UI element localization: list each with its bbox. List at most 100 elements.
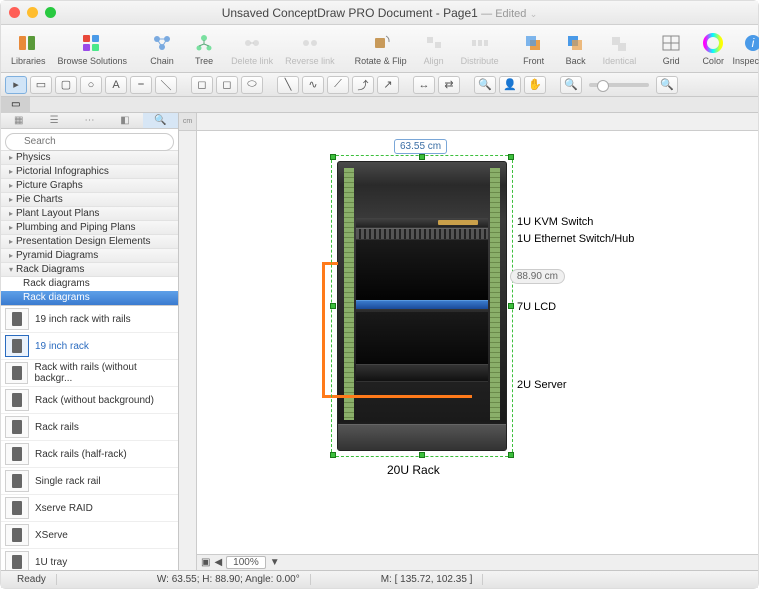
handle-tr[interactable] [508,154,514,160]
arrow-tool-2[interactable]: ⇄ [438,76,460,94]
person-tool[interactable]: 👤 [499,76,521,94]
zoom-value[interactable]: 100% [226,556,266,569]
ellipse-tool[interactable]: ○ [80,76,102,94]
identical-button[interactable]: Identical [599,30,641,68]
category-item[interactable]: Plumbing and Piping Plans [1,221,178,235]
rack-cable[interactable] [322,262,338,398]
color-button[interactable]: Color [694,30,732,68]
shape-item[interactable]: 1U tray [1,549,178,570]
rack-item-label[interactable]: 2U Server [517,379,567,391]
library-categories: PhysicsPictorial InfographicsPicture Gra… [1,151,178,305]
shape-item[interactable]: Xserve RAID [1,495,178,522]
front-button[interactable]: Front [515,30,553,68]
category-item[interactable]: Physics [1,151,178,165]
shape-item[interactable]: 19 inch rack [1,333,178,360]
title-chevron-icon[interactable]: ⌄ [530,9,538,19]
rack-item-label[interactable]: 1U KVM Switch [517,216,593,228]
handle-tl[interactable] [330,154,336,160]
inspectors-button[interactable]: iInspectors [734,30,759,68]
category-item[interactable]: Pie Charts [1,193,178,207]
line-style-1[interactable]: ╲ [277,76,299,94]
page-tab-next[interactable]: ▼ [270,557,280,568]
tree-button[interactable]: Tree [185,30,223,68]
rack-object[interactable]: 63.55 cm 88.90 cm [337,161,507,451]
view-mode-list[interactable]: ☰ [36,113,71,128]
pointer-tool[interactable]: ▸ [5,76,27,94]
line-style-3[interactable]: ⟋ [327,76,349,94]
shape-item[interactable]: Rack rails [1,414,178,441]
chain-button[interactable]: Chain [143,30,181,68]
ruler-horizontal[interactable] [197,113,758,131]
shape-label: 19 inch rack [35,341,89,352]
category-item[interactable]: Presentation Design Elements [1,235,178,249]
distribute-button[interactable]: Distribute [457,30,503,68]
width-dimension[interactable]: 63.55 cm [394,139,447,154]
view-mode-tree[interactable]: ◧ [107,113,142,128]
shape-item[interactable]: Single rack rail [1,468,178,495]
line-style-5[interactable]: ↗ [377,76,399,94]
line-tool[interactable]: ＼ [155,76,177,94]
view-mode-detail[interactable]: ⋯ [72,113,107,128]
category-item[interactable]: Picture Graphs [1,179,178,193]
shape-tool-1[interactable]: ◻ [191,76,213,94]
shape-tool-3[interactable]: ⬭ [241,76,263,94]
height-dimension: 88.90 cm [510,269,565,284]
rounded-rect-tool[interactable]: ▢ [55,76,77,94]
text-tool[interactable]: A [105,76,127,94]
shape-item[interactable]: 19 inch rack with rails [1,306,178,333]
search-input[interactable] [5,133,174,151]
page-tab-icon[interactable]: ▣ [201,557,210,568]
page-tab-prev[interactable]: ◀ [214,557,222,568]
handle-mr[interactable] [508,303,514,309]
align-button[interactable]: Align [415,30,453,68]
handle-tm[interactable] [419,154,425,160]
zoom-in-btn[interactable]: 🔍 [656,76,678,94]
shape-item[interactable]: Rack rails (half-rack) [1,441,178,468]
rack-item-label[interactable]: 7U LCD [517,301,556,313]
delete-link-button[interactable]: Delete link [227,30,277,68]
line-style-2[interactable]: ∿ [302,76,324,94]
shape-item[interactable]: Rack with rails (without backgr... [1,360,178,387]
browse-solutions-button[interactable]: Browse Solutions [54,30,132,68]
rotate-flip-button[interactable]: Rotate & Flip [351,30,411,68]
rect-tool[interactable]: ▭ [30,76,52,94]
rack-unit-kvm[interactable] [356,218,488,228]
open-file-tab[interactable]: ▭ [1,97,30,113]
libraries-button[interactable]: Libraries [7,30,50,68]
handle-br[interactable] [508,452,514,458]
shape-item[interactable]: XServe [1,522,178,549]
category-sub[interactable]: Rack diagrams [1,277,178,291]
line-style-4[interactable]: ⤴ [352,76,374,94]
arrow-tool-1[interactable]: ↔ [413,76,435,94]
view-mode-grid[interactable]: ▦ [1,113,36,128]
shape-tool-2[interactable]: ◻ [216,76,238,94]
category-item[interactable]: Pictorial Infographics [1,165,178,179]
category-item-open[interactable]: Rack Diagrams [1,263,178,277]
rack-unit-server[interactable] [356,312,488,382]
reverse-link-button[interactable]: Reverse link [281,30,339,68]
view-mode-search[interactable]: 🔍 [143,113,178,128]
rack-item-label[interactable]: 1U Ethernet Switch/Hub [517,233,634,245]
zoom-out-btn[interactable]: 🔍 [560,76,582,94]
connector-tool[interactable]: ⎯ [130,76,152,94]
category-sub-selected[interactable]: Rack diagrams [1,291,178,305]
sidebar-mode-tabs: ▦ ☰ ⋯ ◧ 🔍 [1,113,178,129]
window-title: Unsaved ConceptDraw PRO Document - Page1… [1,6,758,20]
handle-bm[interactable] [419,452,425,458]
rack-unit-lcd[interactable] [356,240,488,310]
shape-label: Rack rails [35,422,79,433]
category-item[interactable]: Pyramid Diagrams [1,249,178,263]
zoom-slider[interactable] [589,83,649,87]
shape-thumb [5,470,29,492]
hand-tool[interactable]: ✋ [524,76,546,94]
grid-button[interactable]: Grid [652,30,690,68]
zoom-in-tool[interactable]: 🔍 [474,76,496,94]
shape-item[interactable]: Rack (without background) [1,387,178,414]
drawing-canvas[interactable]: 63.55 cm 88.90 cm 1U KVM Switch 1U Ethern… [197,131,758,554]
handle-bl[interactable] [330,452,336,458]
rack-unit-ethernet[interactable] [356,228,488,240]
category-item[interactable]: Plant Layout Plans [1,207,178,221]
ruler-vertical[interactable] [179,131,197,570]
back-button[interactable]: Back [557,30,595,68]
rack-caption[interactable]: 20U Rack [387,463,440,477]
